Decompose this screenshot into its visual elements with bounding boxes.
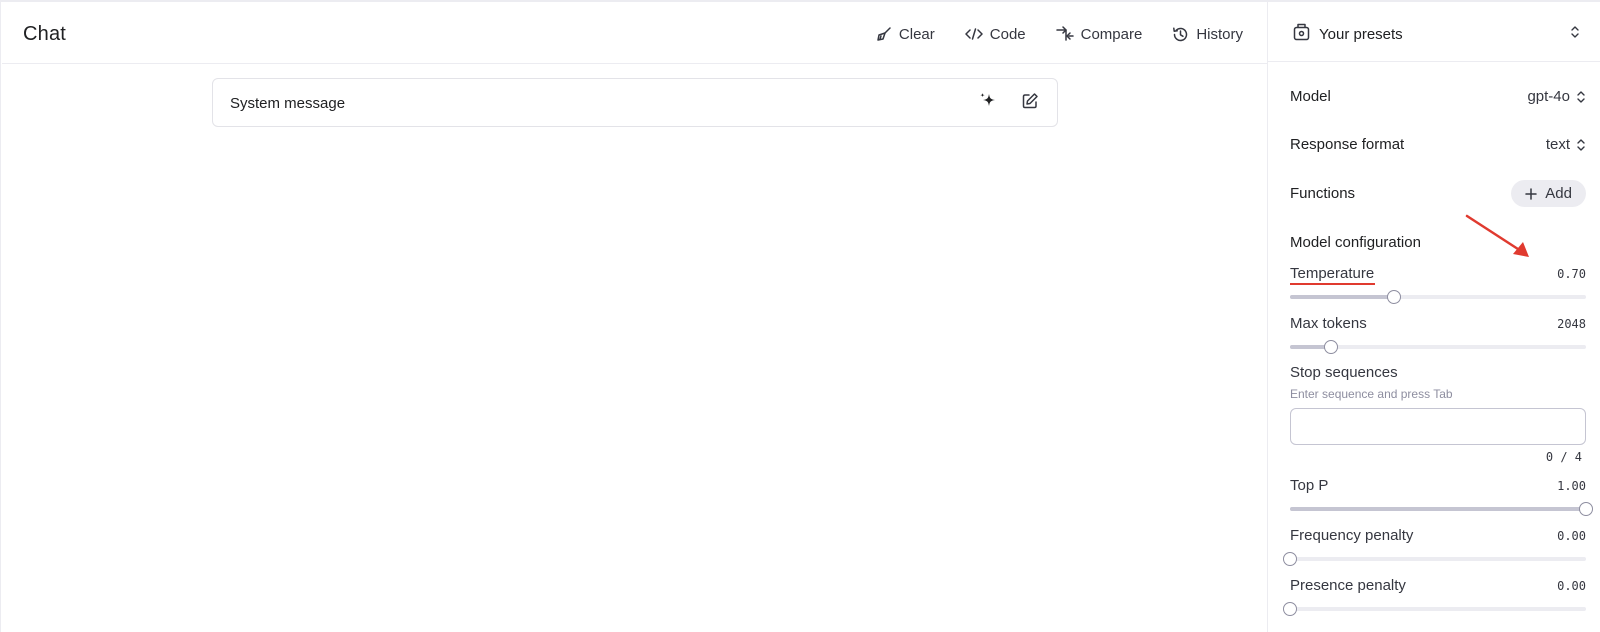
- stop-sequences-hint: Enter sequence and press Tab: [1290, 387, 1453, 401]
- code-button[interactable]: Code: [965, 23, 1026, 45]
- stop-sequences-input[interactable]: [1290, 408, 1586, 445]
- add-function-label: Add: [1545, 185, 1572, 202]
- frequency-penalty-value[interactable]: 0.00: [1557, 529, 1586, 543]
- functions-row: Functions Add: [1290, 180, 1586, 207]
- presence-penalty-label: Presence penalty: [1290, 577, 1406, 594]
- max-tokens-label: Max tokens: [1290, 315, 1367, 332]
- system-message-label: System message: [230, 95, 346, 112]
- max-tokens-slider[interactable]: [1290, 339, 1586, 354]
- model-value: gpt-4o: [1527, 88, 1570, 105]
- functions-label: Functions: [1290, 185, 1356, 202]
- presence-penalty-slider[interactable]: [1283, 601, 1586, 616]
- temperature-value[interactable]: 0.70: [1557, 267, 1586, 281]
- sparkle-icon: [978, 91, 998, 116]
- response-format-select[interactable]: text: [1546, 136, 1586, 153]
- clear-button[interactable]: Clear: [876, 23, 935, 45]
- top-p-slider[interactable]: [1290, 501, 1593, 516]
- slider-thumb[interactable]: [1283, 552, 1297, 566]
- clear-label: Clear: [898, 25, 935, 43]
- presets-selector[interactable]: Your presets: [1268, 2, 1600, 62]
- max-tokens-value[interactable]: 2048: [1557, 317, 1586, 331]
- presets-label: Your presets: [1319, 25, 1403, 43]
- frequency-penalty-control: Frequency penalty 0.00: [1283, 527, 1586, 566]
- stop-sequences-control: Stop sequences Enter sequence and press …: [1290, 364, 1586, 464]
- top-p-value[interactable]: 1.00: [1557, 479, 1586, 493]
- chevron-up-down-icon: [1570, 25, 1580, 44]
- slider-thumb[interactable]: [1386, 290, 1401, 304]
- presence-penalty-control: Presence penalty 0.00: [1283, 577, 1586, 616]
- compare-label: Compare: [1080, 25, 1143, 43]
- temperature-slider[interactable]: [1290, 289, 1586, 304]
- preset-icon: [1293, 23, 1310, 45]
- generate-button[interactable]: [977, 92, 999, 114]
- presets-trigger: Your presets: [1293, 23, 1403, 45]
- slider-track: [1290, 557, 1586, 561]
- frequency-penalty-label: Frequency penalty: [1290, 527, 1414, 544]
- response-format-row: Response format text: [1290, 136, 1586, 153]
- edit-system-message-button[interactable]: [1019, 92, 1041, 114]
- temperature-label: Temperature: [1290, 265, 1375, 282]
- presence-penalty-value[interactable]: 0.00: [1557, 579, 1586, 593]
- model-row: Model gpt-4o: [1290, 88, 1586, 105]
- stop-sequences-counter: 0 / 4: [1545, 450, 1582, 464]
- broom-icon: [876, 26, 892, 42]
- model-label: Model: [1290, 88, 1331, 105]
- model-select[interactable]: gpt-4o: [1527, 88, 1586, 105]
- history-button[interactable]: History: [1172, 23, 1243, 45]
- stop-sequences-label: Stop sequences: [1290, 364, 1398, 381]
- response-format-label: Response format: [1290, 136, 1405, 153]
- plus-icon: [1525, 187, 1538, 200]
- settings-sidebar: Your presets Model gpt-4o Response forma…: [1267, 2, 1600, 632]
- slider-thumb[interactable]: [1283, 602, 1297, 616]
- history-label: History: [1196, 25, 1243, 43]
- top-p-control: Top P 1.00: [1290, 477, 1593, 516]
- red-arrow-annotation: [1465, 214, 1529, 257]
- model-configuration-title: Model configuration: [1290, 234, 1421, 251]
- add-function-button[interactable]: Add: [1511, 180, 1586, 207]
- temperature-underline-annotation: [1290, 283, 1375, 285]
- playground-app: Chat Clear Code Compare History System m…: [0, 0, 1600, 632]
- slider-track: [1290, 607, 1586, 611]
- edit-icon: [1021, 92, 1039, 115]
- slider-fill: [1290, 507, 1586, 511]
- chat-main: Chat Clear Code Compare History System m…: [2, 4, 1267, 632]
- frequency-penalty-slider[interactable]: [1283, 551, 1586, 566]
- code-icon: [965, 27, 983, 41]
- compare-icon: [1055, 26, 1074, 42]
- page-title: Chat: [23, 23, 67, 45]
- system-message-actions: [977, 92, 1041, 114]
- slider-thumb[interactable]: [1579, 502, 1593, 516]
- code-label: Code: [989, 25, 1026, 43]
- top-p-label: Top P: [1290, 477, 1329, 494]
- chevron-up-down-icon: [1577, 138, 1585, 151]
- system-message-box[interactable]: System message: [212, 78, 1058, 127]
- top-bar: Chat Clear Code Compare History: [2, 4, 1267, 64]
- response-format-value: text: [1545, 136, 1570, 153]
- toolbar: Clear Code Compare History: [876, 23, 1243, 45]
- compare-button[interactable]: Compare: [1055, 23, 1143, 45]
- slider-thumb[interactable]: [1324, 340, 1339, 354]
- max-tokens-control: Max tokens 2048: [1290, 315, 1586, 354]
- chevron-up-down-icon: [1577, 90, 1585, 103]
- slider-fill: [1290, 295, 1394, 299]
- history-icon: [1172, 26, 1189, 43]
